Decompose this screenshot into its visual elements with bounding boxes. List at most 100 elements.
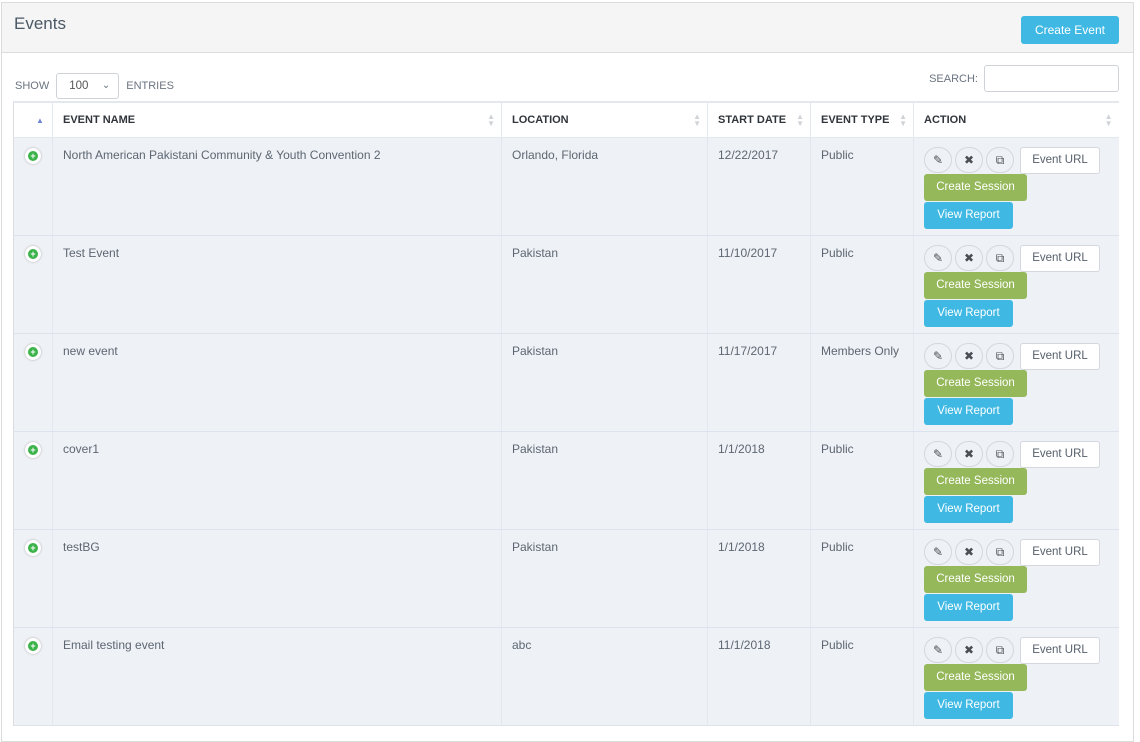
expand-row-icon[interactable]: + — [25, 441, 41, 458]
edit-button[interactable]: ✎ — [924, 343, 952, 369]
view-report-button[interactable]: View Report — [924, 593, 1013, 621]
entries-length-control: SHOW 100 ⌄ ENTRIES — [15, 73, 174, 99]
create-session-button[interactable]: Create Session — [924, 173, 1027, 201]
delete-button[interactable]: ✖ — [955, 245, 983, 271]
edit-button[interactable]: ✎ — [924, 245, 952, 271]
table-header-row: ▲ EVENT NAME ▲ ▼ LOCATION ▲ ▼ START DATE ▲… — [13, 101, 1119, 138]
edit-button[interactable]: ✎ — [924, 441, 952, 467]
page-title: Events — [14, 14, 66, 33]
column-header-label: EVENT NAME — [63, 113, 136, 126]
delete-button[interactable]: ✖ — [955, 147, 983, 173]
column-header-location[interactable]: LOCATION ▲ ▼ — [501, 101, 708, 138]
copy-button[interactable]: ⧉ — [986, 147, 1014, 173]
view-report-button[interactable]: View Report — [924, 201, 1013, 229]
column-header-event-type[interactable]: EVENT TYPE ▲ ▼ — [810, 101, 914, 138]
event-name-cell: new event — [52, 333, 502, 432]
create-session-button[interactable]: Create Session — [924, 271, 1027, 299]
close-icon: ✖ — [963, 643, 975, 657]
create-event-button[interactable]: Create Event — [1020, 16, 1119, 44]
entries-select-value: 100 — [69, 80, 89, 92]
expand-row-icon[interactable]: + — [25, 245, 41, 262]
start-date-cell: 1/1/2018 — [707, 431, 811, 530]
column-header-label: EVENT TYPE — [821, 113, 890, 126]
pencil-icon: ✎ — [932, 545, 944, 559]
location-cell: Pakistan — [501, 431, 708, 530]
event-name-cell: Email testing event — [52, 627, 502, 726]
search-input[interactable] — [984, 65, 1119, 92]
event-type-cell: Public — [810, 235, 914, 334]
search-control: SEARCH: — [929, 65, 1119, 92]
event-name-cell: cover1 — [52, 431, 502, 530]
event-url-button[interactable]: Event URL — [1020, 244, 1100, 272]
location-cell: Pakistan — [501, 333, 708, 432]
pencil-icon: ✎ — [932, 349, 944, 363]
pencil-icon: ✎ — [932, 251, 944, 265]
sort-icon: ▲ ▼ — [693, 112, 701, 128]
create-session-button[interactable]: Create Session — [924, 467, 1027, 495]
expand-row-icon[interactable]: + — [25, 147, 41, 164]
delete-button[interactable]: ✖ — [955, 539, 983, 565]
copy-button[interactable]: ⧉ — [986, 343, 1014, 369]
table-row: + cover1 Pakistan 1/1/2018 Public ✎ ✖ ⧉ … — [13, 431, 1119, 530]
sort-icon: ▲ ▼ — [796, 112, 804, 128]
delete-button[interactable]: ✖ — [955, 637, 983, 663]
chevron-down-icon: ⌄ — [101, 80, 111, 91]
sort-icon: ▲ ▼ — [487, 112, 495, 128]
create-session-button[interactable]: Create Session — [924, 663, 1027, 691]
delete-button[interactable]: ✖ — [955, 343, 983, 369]
action-cell: ✎ ✖ ⧉ Event URL Create Session View Repo… — [913, 529, 1119, 628]
event-url-button[interactable]: Event URL — [1020, 342, 1100, 370]
column-header-event-name[interactable]: EVENT NAME ▲ ▼ — [52, 101, 502, 138]
copy-button[interactable]: ⧉ — [986, 637, 1014, 663]
view-report-button[interactable]: View Report — [924, 691, 1013, 719]
copy-icon: ⧉ — [995, 250, 1005, 265]
table-row: + North American Pakistani Community & Y… — [13, 137, 1119, 236]
column-header-action[interactable]: ACTION ▲ ▼ — [913, 101, 1119, 138]
event-type-cell: Public — [810, 137, 914, 236]
edit-button[interactable]: ✎ — [924, 147, 952, 173]
view-report-button[interactable]: View Report — [924, 495, 1013, 523]
expand-row-icon[interactable]: + — [25, 343, 41, 360]
action-cell: ✎ ✖ ⧉ Event URL Create Session View Repo… — [913, 235, 1119, 334]
table-row: + Test Event Pakistan 11/10/2017 Public … — [13, 235, 1119, 334]
expand-cell: + — [13, 431, 53, 530]
edit-button[interactable]: ✎ — [924, 539, 952, 565]
copy-button[interactable]: ⧉ — [986, 441, 1014, 467]
create-session-button[interactable]: Create Session — [924, 565, 1027, 593]
show-label: SHOW — [15, 80, 50, 92]
edit-button[interactable]: ✎ — [924, 637, 952, 663]
view-report-button[interactable]: View Report — [924, 397, 1013, 425]
pencil-icon: ✎ — [932, 153, 944, 167]
column-header-label: ACTION — [924, 113, 967, 126]
action-cell: ✎ ✖ ⧉ Event URL Create Session View Repo… — [913, 333, 1119, 432]
expand-row-icon[interactable]: + — [25, 539, 41, 556]
sort-icon: ▲ ▼ — [899, 112, 907, 128]
copy-icon: ⧉ — [995, 152, 1005, 167]
expand-row-icon[interactable]: + — [25, 637, 41, 654]
expand-cell: + — [13, 235, 53, 334]
column-header-expand[interactable]: ▲ — [13, 101, 53, 138]
sort-icon: ▲ ▼ — [1104, 112, 1113, 128]
close-icon: ✖ — [963, 545, 975, 559]
column-header-start-date[interactable]: START DATE ▲ ▼ — [707, 101, 811, 138]
expand-cell: + — [13, 529, 53, 628]
copy-button[interactable]: ⧉ — [986, 245, 1014, 271]
event-url-button[interactable]: Event URL — [1020, 538, 1100, 566]
view-report-button[interactable]: View Report — [924, 299, 1013, 327]
delete-button[interactable]: ✖ — [955, 441, 983, 467]
copy-button[interactable]: ⧉ — [986, 539, 1014, 565]
location-cell: Orlando, Florida — [501, 137, 708, 236]
event-url-button[interactable]: Event URL — [1020, 636, 1100, 664]
event-url-button[interactable]: Event URL — [1020, 146, 1100, 174]
action-cell: ✎ ✖ ⧉ Event URL Create Session View Repo… — [913, 431, 1119, 530]
copy-icon: ⧉ — [995, 446, 1005, 461]
event-url-button[interactable]: Event URL — [1020, 440, 1100, 468]
copy-icon: ⧉ — [995, 348, 1005, 363]
close-icon: ✖ — [963, 447, 975, 461]
event-type-cell: Public — [810, 431, 914, 530]
entries-select[interactable]: 100 ⌄ — [56, 73, 120, 99]
events-table: ▲ EVENT NAME ▲ ▼ LOCATION ▲ ▼ START DATE ▲… — [13, 101, 1119, 726]
table-controls: SHOW 100 ⌄ ENTRIES SEARCH: — [2, 53, 1133, 103]
start-date-cell: 12/22/2017 — [707, 137, 811, 236]
create-session-button[interactable]: Create Session — [924, 369, 1027, 397]
